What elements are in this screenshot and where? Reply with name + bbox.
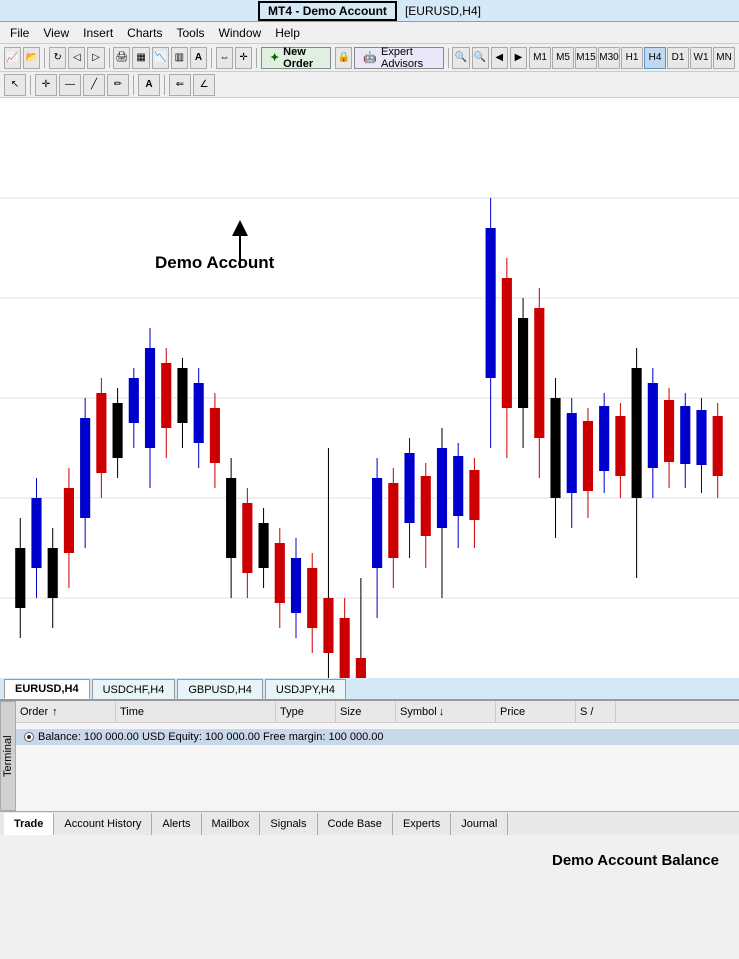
col-price: Price <box>496 701 576 722</box>
tf-d1[interactable]: D1 <box>667 47 689 69</box>
toolbar1: 📈 📂 ↻ ◁ ▷ 🖨 ▦ 📉 ▥ A ⇔ ✛ ✦ New Order 🔒 🤖 … <box>0 44 739 72</box>
zoom-in-out[interactable]: ⇔ <box>216 47 233 69</box>
demo-account-annotation: Demo Account <box>155 253 274 273</box>
tf-mn[interactable]: MN <box>713 47 735 69</box>
open-btn[interactable]: 📂 <box>23 47 40 69</box>
balance-radio <box>24 732 34 742</box>
new-order-button[interactable]: ✦ New Order <box>261 47 331 69</box>
sep4 <box>256 48 257 68</box>
line-btn[interactable]: — <box>59 74 81 96</box>
angle-btn[interactable]: ∠ <box>193 74 215 96</box>
tab-account-history[interactable]: Account History <box>54 813 152 835</box>
candle-btn[interactable]: A <box>190 47 207 69</box>
forward-btn[interactable]: ▷ <box>87 47 104 69</box>
chart-area[interactable]: Demo Account <box>0 98 739 678</box>
expert-label: Expert Advisors <box>381 46 435 70</box>
balance-row: Balance: 100 000.00 USD Equity: 100 000.… <box>16 729 739 745</box>
tf-m15[interactable]: M15 <box>575 47 597 69</box>
col-symbol: Symbol ↓ <box>396 701 496 722</box>
tf-h1[interactable]: H1 <box>621 47 643 69</box>
toolbar2: ↖ ✛ — ╱ ✏ A ⇐ ∠ <box>0 72 739 98</box>
menu-file[interactable]: File <box>4 24 35 42</box>
expert-advisors-button[interactable]: 🤖 Expert Advisors <box>354 47 443 69</box>
line-chart-btn[interactable]: 📉 <box>152 47 169 69</box>
menu-charts[interactable]: Charts <box>121 24 168 42</box>
zoom-out-btn[interactable]: 🔍 <box>472 47 489 69</box>
tab-experts[interactable]: Experts <box>393 813 451 835</box>
lock-btn[interactable]: 🔒 <box>335 47 352 69</box>
print-btn[interactable]: 🖨 <box>113 47 130 69</box>
fib-btn[interactable]: ⇐ <box>169 74 191 96</box>
title-bar: MT4 - Demo Account [EURUSD,H4] <box>0 0 739 22</box>
sep7 <box>133 75 134 95</box>
terminal-column-headers: Order ↑ Time Type Size Symbol ↓ Price S … <box>16 701 739 723</box>
scroll-right-btn[interactable]: ▶ <box>510 47 527 69</box>
draw-btn[interactable]: ✏ <box>107 74 129 96</box>
terminal-panel: Terminal Order ↑ Time Type Size Symbol ↓… <box>0 700 739 811</box>
empty-terminal-space <box>16 751 739 811</box>
demo-balance-annotation: Demo Account Balance <box>552 852 719 869</box>
sep3 <box>211 48 212 68</box>
refresh-btn[interactable]: ↻ <box>49 47 66 69</box>
new-order-icon: ✦ <box>270 51 279 64</box>
chart-type-btn[interactable]: ▦ <box>132 47 149 69</box>
tf-w1[interactable]: W1 <box>690 47 712 69</box>
cursor-btn[interactable]: ↖ <box>4 74 26 96</box>
menu-bar: File View Insert Charts Tools Window Hel… <box>0 22 739 44</box>
new-order-label: New Order <box>283 46 322 70</box>
col-time: Time <box>116 701 276 722</box>
zoom-in-btn[interactable]: 🔍 <box>452 47 469 69</box>
tab-alerts[interactable]: Alerts <box>152 813 201 835</box>
menu-help[interactable]: Help <box>269 24 306 42</box>
tab-mailbox[interactable]: Mailbox <box>202 813 261 835</box>
text-btn[interactable]: A <box>138 74 160 96</box>
bottom-tabs: Trade Account History Alerts Mailbox Sig… <box>0 811 739 835</box>
candlestick-chart <box>0 98 739 678</box>
chart-tabs: EURUSD,H4 USDCHF,H4 GBPUSD,H4 USDJPY,H4 <box>0 678 739 700</box>
col-size: Size <box>336 701 396 722</box>
menu-tools[interactable]: Tools <box>171 24 211 42</box>
tab-signals[interactable]: Signals <box>260 813 317 835</box>
crosshair2-btn[interactable]: ✛ <box>35 74 57 96</box>
timeframe-group: M1 M5 M15 M30 H1 H4 D1 W1 MN <box>529 47 735 69</box>
tab-journal[interactable]: Journal <box>451 813 508 835</box>
chart-tab-gbpusd[interactable]: GBPUSD,H4 <box>177 679 263 699</box>
col-sl: S / <box>576 701 616 722</box>
tab-trade[interactable]: Trade <box>4 813 54 835</box>
menu-view[interactable]: View <box>37 24 75 42</box>
crosshair-btn[interactable]: ✛ <box>235 47 252 69</box>
col-order: Order ↑ <box>16 701 116 722</box>
menu-window[interactable]: Window <box>213 24 268 42</box>
balance-text: Balance: 100 000.00 USD Equity: 100 000.… <box>38 731 384 743</box>
expert-icon: 🤖 <box>363 51 377 64</box>
sep6 <box>30 75 31 95</box>
chart-tab-eurusd[interactable]: EURUSD,H4 <box>4 679 90 699</box>
chart-tab-usdjpy[interactable]: USDJPY,H4 <box>265 679 346 699</box>
bar-chart-btn[interactable]: ▥ <box>171 47 188 69</box>
tf-h4[interactable]: H4 <box>644 47 666 69</box>
tf-m1[interactable]: M1 <box>529 47 551 69</box>
sep1 <box>44 48 45 68</box>
title-bar-title: MT4 - Demo Account <box>258 1 397 21</box>
terminal-content: Balance: 100 000.00 USD Equity: 100 000.… <box>16 723 739 751</box>
sep2 <box>109 48 110 68</box>
terminal-side-label[interactable]: Terminal <box>0 701 16 811</box>
trendline-btn[interactable]: ╱ <box>83 74 105 96</box>
scroll-left-btn[interactable]: ◀ <box>491 47 508 69</box>
title-bar-symbol: [EURUSD,H4] <box>405 4 481 18</box>
back-btn[interactable]: ◁ <box>68 47 85 69</box>
sep5 <box>448 48 449 68</box>
new-chart-btn[interactable]: 📈 <box>4 47 21 69</box>
col-type: Type <box>276 701 336 722</box>
chart-tab-usdchf[interactable]: USDCHF,H4 <box>92 679 176 699</box>
sep8 <box>164 75 165 95</box>
menu-insert[interactable]: Insert <box>77 24 119 42</box>
tf-m5[interactable]: M5 <box>552 47 574 69</box>
tf-m30[interactable]: M30 <box>598 47 620 69</box>
tab-code-base[interactable]: Code Base <box>318 813 393 835</box>
